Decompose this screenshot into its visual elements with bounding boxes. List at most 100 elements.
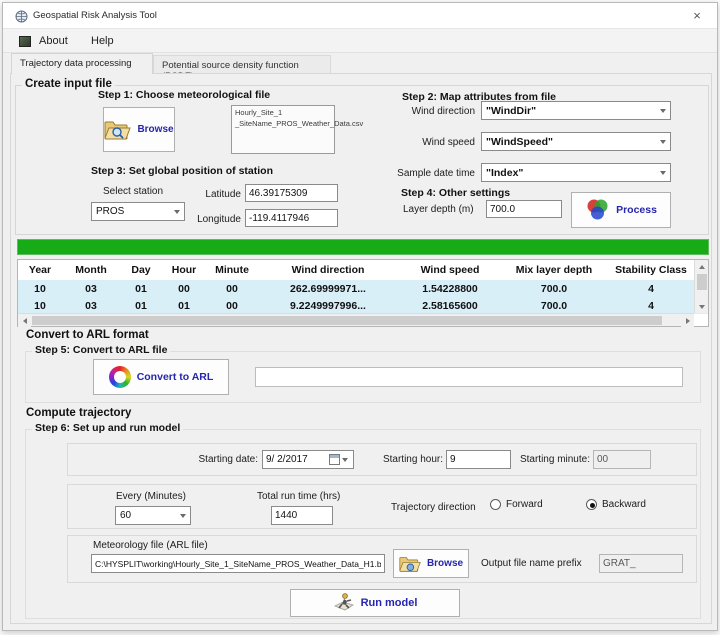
table-vertical-scrollbar[interactable] xyxy=(694,260,708,313)
step4-title: Step 4: Other settings xyxy=(401,187,510,199)
longitude-field[interactable] xyxy=(245,209,338,227)
menu-about[interactable]: About xyxy=(33,33,74,49)
horizontal-scroll-thumb[interactable] xyxy=(32,316,662,325)
step5-title: Step 5: Convert to ARL file xyxy=(32,344,170,356)
layer-depth-label: Layer depth (m) xyxy=(403,204,474,215)
latitude-label: Latitude xyxy=(193,189,241,200)
forward-label: Forward xyxy=(506,499,543,510)
menu-bar: About Help xyxy=(3,29,717,53)
starting-hour-field[interactable] xyxy=(446,450,511,469)
output-prefix-field[interactable] xyxy=(599,554,683,573)
table-cell: 00 xyxy=(206,283,258,295)
backward-radio[interactable]: Backward xyxy=(586,499,646,510)
chevron-down-icon xyxy=(656,102,670,119)
table-row[interactable]: 10 03 01 00 00 262.69999971... 1.5422880… xyxy=(18,280,708,297)
met-file-browse-button[interactable]: Browse xyxy=(393,549,469,578)
forward-radio[interactable]: Forward xyxy=(490,499,543,510)
starting-date-picker[interactable]: 9/ 2/2017 xyxy=(262,450,354,469)
tab-strip: Trajectory data processing Potential sou… xyxy=(3,53,717,74)
radio-circle-icon xyxy=(586,499,597,510)
starting-minute-field[interactable] xyxy=(593,450,651,469)
trajectory-direction-label: Trajectory direction xyxy=(391,502,476,513)
met-browse-label: Browse xyxy=(427,558,463,569)
total-run-time-field[interactable] xyxy=(271,506,333,525)
step1-browse-label: Browse xyxy=(137,124,173,135)
wind-speed-label: Wind speed xyxy=(395,137,475,148)
starting-hour-label: Starting hour: xyxy=(371,454,443,465)
table-cell: 700.0 xyxy=(502,283,606,295)
chevron-down-icon xyxy=(340,451,350,468)
header-minute[interactable]: Minute xyxy=(206,264,258,276)
backward-label: Backward xyxy=(602,499,646,510)
header-hour[interactable]: Hour xyxy=(162,264,206,276)
color-wheel-icon xyxy=(585,198,610,223)
convert-to-arl-label: Convert to ARL xyxy=(137,371,214,383)
chevron-down-icon xyxy=(170,203,184,220)
step1-file-box[interactable]: Hourly_Site_1 _SiteName_PROS_Weather_Dat… xyxy=(231,105,335,154)
table-cell: 01 xyxy=(162,300,206,312)
wind-direction-select[interactable]: "WindDir" xyxy=(481,101,671,120)
step1-title: Step 1: Choose meteorological file xyxy=(98,89,270,101)
chevron-down-icon xyxy=(656,164,670,181)
table-cell: 4 xyxy=(606,300,696,312)
file-name-line1: Hourly_Site_1 xyxy=(235,107,331,118)
header-stability-class[interactable]: Stability Class xyxy=(606,264,696,276)
scroll-left-icon[interactable] xyxy=(18,314,31,327)
step1-browse-button[interactable]: Browse xyxy=(103,107,175,152)
starting-date-value: 9/ 2/2017 xyxy=(266,454,326,465)
table-horizontal-scrollbar[interactable] xyxy=(18,313,694,326)
step3-title: Step 3: Set global position of station xyxy=(91,165,273,177)
header-day[interactable]: Day xyxy=(120,264,162,276)
every-minutes-label: Every (Minutes) xyxy=(116,491,186,502)
header-year[interactable]: Year xyxy=(18,264,62,276)
header-month[interactable]: Month xyxy=(62,264,120,276)
scroll-up-icon[interactable] xyxy=(695,260,708,273)
close-button[interactable]: × xyxy=(685,7,709,25)
process-button[interactable]: Process xyxy=(571,192,671,228)
table-cell: 1.54228800 xyxy=(398,283,502,295)
station-select[interactable]: PROS xyxy=(91,202,185,221)
sample-date-select[interactable]: "Index" xyxy=(481,163,671,182)
table-cell: 01 xyxy=(120,283,162,295)
latitude-field[interactable] xyxy=(245,184,338,202)
vertical-scroll-thumb[interactable] xyxy=(697,274,707,290)
radio-circle-icon xyxy=(490,499,501,510)
wind-speed-value: "WindSpeed" xyxy=(486,136,656,148)
tab-psdf[interactable]: Potential source density function (PSDF) xyxy=(153,55,331,74)
table-cell: 262.69999971... xyxy=(258,283,398,295)
app-icon xyxy=(15,10,28,23)
import-progress-bar xyxy=(17,239,709,255)
layer-depth-field[interactable] xyxy=(486,200,562,218)
select-station-label: Select station xyxy=(103,186,163,197)
scroll-right-icon[interactable] xyxy=(681,314,694,327)
file-name-line2: _SiteName_PROS_Weather_Data.csv xyxy=(235,118,331,129)
longitude-label: Longitude xyxy=(189,214,241,225)
title-bar: Geospatial Risk Analysis Tool × xyxy=(3,3,717,29)
wind-direction-label: Wind direction xyxy=(395,106,475,117)
table-cell: 2.58165600 xyxy=(398,300,502,312)
app-window: Geospatial Risk Analysis Tool × About He… xyxy=(2,2,718,631)
met-file-field[interactable] xyxy=(91,554,385,573)
header-mix-layer-depth[interactable]: Mix layer depth xyxy=(502,264,606,276)
header-wind-speed[interactable]: Wind speed xyxy=(398,264,502,276)
menu-help[interactable]: Help xyxy=(85,33,120,49)
table-cell: 9.2249997996... xyxy=(258,300,398,312)
run-model-button[interactable]: Run model xyxy=(290,589,460,617)
wind-speed-select[interactable]: "WindSpeed" xyxy=(481,132,671,151)
station-value: PROS xyxy=(96,206,170,217)
table-row[interactable]: 10 03 01 01 00 9.2249997996... 2.5816560… xyxy=(18,297,708,314)
tab-trajectory-data-processing[interactable]: Trajectory data processing xyxy=(11,53,153,74)
process-label: Process xyxy=(616,204,657,216)
starting-minute-label: Starting minute: xyxy=(508,454,590,465)
convert-group-title: Convert to ARL format xyxy=(23,329,152,341)
total-run-time-label: Total run time (hrs) xyxy=(257,491,340,502)
every-minutes-select[interactable]: 60 xyxy=(115,506,191,525)
table-cell: 00 xyxy=(206,300,258,312)
chevron-down-icon xyxy=(176,507,190,524)
header-wind-direction[interactable]: Wind direction xyxy=(258,264,398,276)
scroll-down-icon[interactable] xyxy=(695,300,708,313)
convert-to-arl-button[interactable]: Convert to ARL xyxy=(93,359,229,395)
output-prefix-label: Output file name prefix xyxy=(481,558,582,569)
folder-arrow-icon xyxy=(399,555,421,573)
table-cell: 00 xyxy=(162,283,206,295)
